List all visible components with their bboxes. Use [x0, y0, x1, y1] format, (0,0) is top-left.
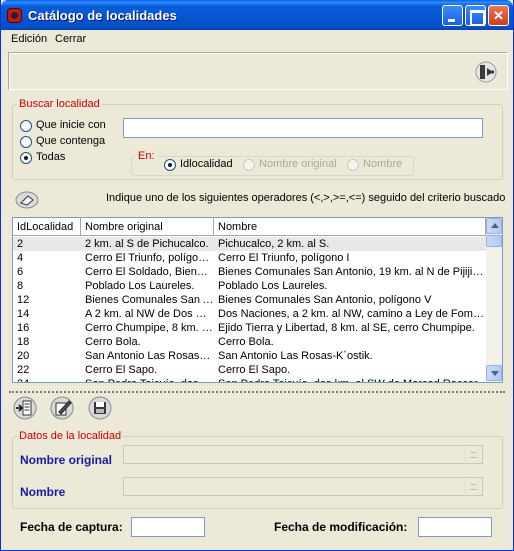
table-row[interactable]: 16 Cerro Chumpipe, 8 km. al SE Ejido Tierr…	[13, 321, 486, 335]
divider	[9, 391, 505, 393]
menu-bar: Edición Cerrar	[2, 30, 513, 49]
cell-idlocalidad: 6	[17, 266, 24, 278]
cell-idlocalidad: 22	[17, 364, 30, 376]
cell-idlocalidad: 20	[17, 350, 30, 362]
nombre-label: Nombre	[20, 485, 66, 499]
table-row[interactable]: 2 2 km. al S de Pichucalco. Pichucalco, 2 …	[13, 237, 486, 251]
cell-nombre-original: San Antonio Las Rosas-K´ostik.	[85, 350, 214, 362]
add-record-icon[interactable]	[13, 396, 37, 420]
cell-nombre: Poblado Los Laureles.	[218, 280, 328, 292]
cell-nombre-original: Cerro El Soldado, Bienes Comunales San A…	[85, 266, 214, 278]
cell-nombre-original: Bienes Comunales San Antonio, polígono V	[85, 294, 214, 306]
cell-nombre: San Pedro Tojcuía, dos km. al SW de Marc…	[214, 377, 486, 382]
cell-idlocalidad: 8	[17, 280, 24, 292]
label-todas: Todas	[36, 151, 66, 163]
nombre-original-label: Nombre original	[20, 453, 113, 467]
cell-nombre-original: San Pedro Tojcuía, dos km. al SW de Marc…	[81, 377, 214, 382]
table-row[interactable]: 8 Poblado Los Laureles. Poblado Los Laurel…	[13, 279, 486, 293]
label-que-inicie-con: Que inicie con	[36, 119, 106, 131]
table-row[interactable]: 20 San Antonio Las Rosas-K´ostik. San Anto…	[13, 349, 486, 363]
title-bar[interactable]: Catálogo de localidades ✕	[1, 0, 513, 30]
label-nombre-original: Nombre original	[259, 158, 337, 170]
cell-nombre-original: A 2 km. al NW de Dos Naciones	[85, 308, 214, 320]
radio-que-contenga[interactable]	[20, 136, 32, 148]
label-idlocalidad: Idlocalidad	[180, 158, 233, 170]
edit-record-icon[interactable]	[50, 396, 74, 420]
nombre-field[interactable]	[123, 477, 483, 496]
radio-nombre[interactable]	[347, 159, 359, 171]
fecha-captura-input[interactable]	[131, 517, 205, 537]
cell-idlocalidad: 18	[17, 336, 30, 348]
cell-nombre: Cerro El Triunfo, polígono I	[218, 252, 350, 264]
table-row[interactable]: 22 Cerro El Sapo. Cerro El Sapo.	[13, 363, 486, 377]
header-idlocalidad[interactable]: IdLocalidad	[13, 218, 81, 236]
cell-nombre: Pichucalco, 2 km. al S.	[218, 238, 330, 250]
save-icon[interactable]	[88, 396, 112, 420]
search-group-label: Buscar localidad	[19, 98, 100, 110]
cell-idlocalidad: 16	[17, 322, 30, 334]
table-row[interactable]: 14 A 2 km. al NW de Dos Naciones Dos Nacio…	[13, 307, 486, 321]
table-row[interactable]: 6 Cerro El Soldado, Bienes Comunales San …	[13, 265, 486, 279]
menu-edicion[interactable]: Edición	[11, 33, 47, 45]
scroll-up-button[interactable]	[486, 218, 502, 234]
exit-icon[interactable]	[474, 61, 498, 83]
table-header: IdLocalidad Nombre original Nombre	[13, 218, 486, 236]
fecha-modificacion-input[interactable]	[418, 517, 492, 537]
main-window: Catálogo de localidades ✕ Edición Cerrar…	[0, 0, 514, 551]
label-nombre: Nombre	[363, 158, 403, 170]
toolbar-panel	[8, 52, 508, 90]
radio-todas[interactable]	[20, 152, 32, 164]
details-group-label: Datos de la localidad	[19, 430, 122, 442]
eraser-icon[interactable]	[15, 191, 39, 209]
label-que-contenga: Que contenga	[36, 135, 106, 147]
table-scrollbar[interactable]	[486, 218, 502, 382]
radio-idlocalidad[interactable]	[164, 159, 176, 171]
cell-nombre: Ejido Tierra y Libertad, 8 km. al SE, ce…	[218, 322, 475, 334]
scroll-thumb[interactable]	[486, 235, 502, 247]
window-title: Catálogo de localidades	[28, 8, 177, 23]
app-icon	[7, 8, 22, 23]
nombre-spin[interactable]	[465, 479, 481, 495]
table-row[interactable]: 24San Pedro Tojcuía, dos km. al SW de Ma…	[13, 377, 486, 382]
close-button[interactable]: ✕	[488, 5, 509, 26]
cell-nombre: San Antonio Las Rosas-K´ostik.	[218, 350, 373, 362]
cell-nombre-original: Cerro El Sapo.	[85, 364, 158, 376]
localities-table[interactable]: IdLocalidad Nombre original Nombre 2 2 km…	[12, 217, 503, 383]
cell-idlocalidad: 24	[13, 377, 81, 382]
radio-nombre-original[interactable]	[243, 159, 255, 171]
table-row[interactable]: 18 Cerro Bola. Cerro Bola.	[13, 335, 486, 349]
details-group: Datos de la localidad	[12, 430, 503, 509]
table-row[interactable]: 4 Cerro El Triunfo, polígono I Cerro El Tr…	[13, 251, 486, 265]
cell-idlocalidad: 12	[17, 294, 30, 306]
cell-nombre: Cerro Bola.	[218, 336, 274, 348]
search-hint: Indique uno de los siguientes operadores…	[106, 192, 506, 204]
menu-cerrar[interactable]: Cerrar	[55, 33, 86, 45]
fecha-modificacion-label: Fecha de modificación:	[274, 520, 408, 534]
table-row[interactable]: 12 Bienes Comunales San Antonio, polígono…	[13, 293, 486, 307]
cell-nombre-original: Poblado Los Laureles.	[85, 280, 195, 292]
cell-nombre: Cerro El Sapo.	[218, 364, 291, 376]
cell-nombre-original: 2 km. al S de Pichucalco.	[85, 238, 209, 250]
cell-nombre-original: Cerro Chumpipe, 8 km. al SE	[85, 322, 214, 334]
maximize-button[interactable]	[465, 5, 486, 26]
cell-idlocalidad: 4	[17, 252, 24, 264]
cell-nombre-original: Cerro El Triunfo, polígono I	[85, 252, 214, 264]
cell-idlocalidad: 14	[17, 308, 30, 320]
scroll-down-button[interactable]	[486, 365, 502, 381]
fecha-captura-label: Fecha de captura:	[20, 520, 123, 534]
minimize-button[interactable]	[442, 5, 463, 26]
cell-nombre: Dos Naciones, a 2 km. al NW, camino a Le…	[218, 308, 486, 320]
nombre-original-spin[interactable]	[465, 447, 481, 463]
header-nombre[interactable]: Nombre	[214, 218, 486, 236]
cell-nombre: Bienes Comunales San Antonio, 19 km. al …	[218, 266, 486, 278]
search-field-label: En:	[138, 150, 155, 162]
cell-nombre: Bienes Comunales San Antonio, polígono V	[218, 294, 432, 306]
cell-idlocalidad: 2	[17, 238, 24, 250]
search-input[interactable]	[123, 118, 483, 138]
nombre-original-field[interactable]	[123, 445, 483, 464]
header-nombre-original[interactable]: Nombre original	[81, 218, 214, 236]
radio-que-inicie-con[interactable]	[20, 120, 32, 132]
cell-nombre-original: Cerro Bola.	[85, 336, 141, 348]
